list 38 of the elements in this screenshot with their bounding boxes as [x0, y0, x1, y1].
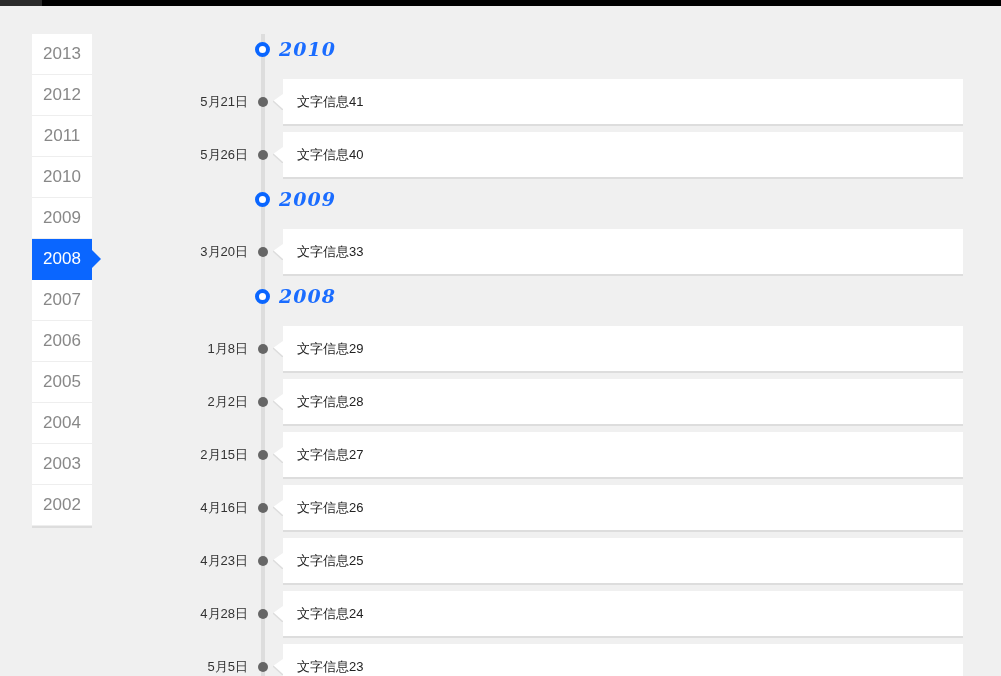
top-bar-segment: [0, 0, 42, 6]
year-heading: 2010: [279, 39, 336, 59]
event-card: 文字信息27: [283, 432, 963, 477]
year-tab[interactable]: 2008: [32, 239, 92, 280]
event-date: 5月21日: [199, 93, 248, 110]
event-date: 4月28日: [199, 605, 248, 622]
event-card: 文字信息28: [283, 379, 963, 424]
ring-icon: [255, 191, 270, 207]
ring-icon: [255, 41, 270, 57]
event-date: 3月20日: [199, 243, 248, 260]
callout-tip-icon: [273, 446, 283, 463]
event-card: 文字信息25: [283, 538, 963, 583]
callout-tip-icon: [273, 393, 283, 410]
event-date: 2月15日: [199, 446, 248, 463]
event-card: 文字信息33: [283, 229, 963, 274]
event-date: 5月26日: [199, 146, 248, 163]
event-card: 文字信息24: [283, 591, 963, 636]
selection-arrow-icon: [92, 250, 101, 268]
event-card: 文字信息29: [283, 326, 963, 371]
callout-tip-icon: [273, 499, 283, 516]
callout-tip-icon: [273, 552, 283, 569]
event-date: 5月5日: [206, 658, 248, 675]
callout-tip-icon: [273, 243, 283, 260]
event-date: 4月16日: [199, 499, 248, 516]
callout-tip-icon: [273, 93, 283, 110]
event-card: 文字信息41: [283, 79, 963, 124]
callout-tip-icon: [273, 146, 283, 163]
callout-tip-icon: [273, 340, 283, 357]
year-heading: 2009: [279, 189, 336, 209]
callout-tip-icon: [273, 658, 283, 675]
event-card: 文字信息26: [283, 485, 963, 530]
ring-icon: [255, 288, 270, 304]
event-date: 2月2日: [206, 393, 248, 410]
year-heading: 2008: [279, 286, 336, 306]
callout-tip-icon: [273, 605, 283, 622]
event-date: 4月23日: [199, 552, 248, 569]
event-card: 文字信息40: [283, 132, 963, 177]
event-date: 1月8日: [206, 340, 248, 357]
